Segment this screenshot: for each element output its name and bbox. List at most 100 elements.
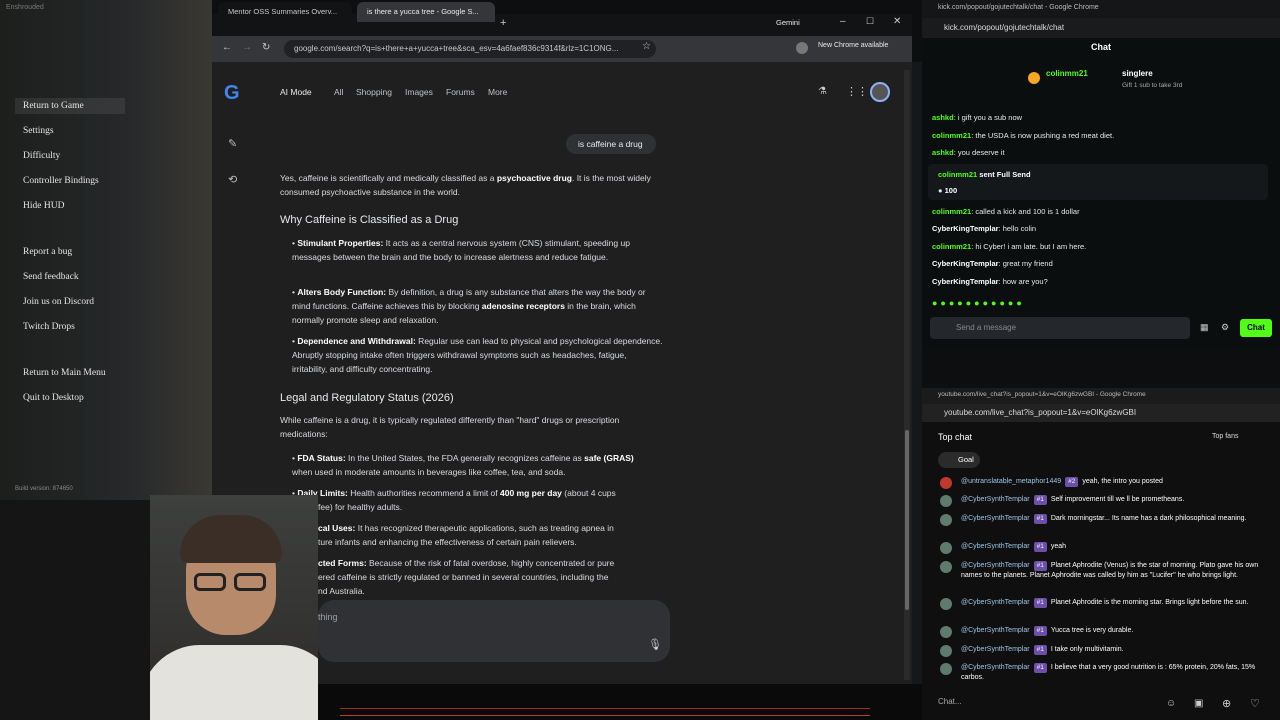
- webcam-glasses-left: [194, 573, 226, 591]
- maximize-icon[interactable]: ☐: [866, 16, 874, 27]
- kick-message: ashkd: i gift you a sub now: [932, 113, 1023, 122]
- avatar: [940, 542, 952, 554]
- yt-message: @CyberSynthTemplar #1 Yucca tree is very d…: [961, 626, 1134, 636]
- top-gifter-badge: [1028, 72, 1040, 84]
- yt-url[interactable]: youtube.com/live_chat?is_popout=1&v=eOlK…: [922, 404, 1280, 422]
- back-icon[interactable]: ←: [222, 42, 232, 53]
- yt-message: @CyberSynthTemplar #1 Dark morningstar... …: [961, 514, 1247, 524]
- kick-message: CyberKingTemplar: great my friend: [932, 259, 1053, 268]
- super-chat-icon[interactable]: ▣: [1194, 698, 1203, 709]
- legal-intro: While caffeine is a drug, it is typicall…: [280, 415, 620, 439]
- game-pause-menu: Enshrouded Return to Game Settings Diffi…: [0, 0, 212, 500]
- menu-difficulty[interactable]: Difficulty: [23, 151, 60, 161]
- bullet-medical-line2: ture infants and enhancing the effective…: [318, 537, 577, 547]
- new-tab-icon[interactable]: +: [500, 17, 506, 29]
- mic-icon[interactable]: 🎙: [648, 638, 662, 651]
- menu-main-menu[interactable]: Return to Main Menu: [23, 368, 106, 378]
- url-input[interactable]: google.com/search?q=is+there+a+yucca+tre…: [284, 40, 656, 58]
- close-icon[interactable]: ✕: [893, 16, 901, 27]
- yt-message: @CyberSynthTemplar #1 Planet Aphrodite (Ve…: [961, 561, 1259, 579]
- nav-images[interactable]: Images: [405, 87, 433, 97]
- avatar: [940, 645, 952, 657]
- forward-icon[interactable]: →: [242, 42, 252, 53]
- yt-chat-input[interactable]: Chat...: [938, 697, 1158, 706]
- top-gifter-2[interactable]: singlere: [1122, 69, 1153, 78]
- profile-avatar[interactable]: [796, 42, 808, 54]
- tab-mentor[interactable]: Mentor OSS Summaries Overv...: [218, 2, 352, 22]
- heart-icon[interactable]: ♡: [1250, 697, 1260, 710]
- gemini-button[interactable]: Gemini: [776, 18, 800, 27]
- google-account-avatar[interactable]: [870, 82, 890, 102]
- avatar: [940, 495, 952, 507]
- ask-input[interactable]: thing: [318, 600, 670, 662]
- yt-message: @untranslatable_metaphor1449 #2 yeah, the …: [961, 477, 1163, 487]
- kick-message-input[interactable]: Send a message: [930, 317, 1190, 339]
- yt-message: @CyberSynthTemplar #1 yeah: [961, 542, 1066, 552]
- avatar: [940, 561, 952, 573]
- nav-ai-mode[interactable]: AI Mode: [280, 87, 312, 97]
- nav-all[interactable]: All: [334, 87, 343, 97]
- page-scrollbar[interactable]: [904, 70, 910, 680]
- kick-chat-button[interactable]: Chat: [1240, 319, 1272, 337]
- game-window-title: Enshrouded: [6, 4, 44, 11]
- avatar: [940, 626, 952, 638]
- new-chat-icon[interactable]: ✎: [228, 137, 237, 150]
- gift-sub-prompt[interactable]: Gift 1 sub to take 3rd: [1122, 82, 1182, 89]
- avatar: [940, 477, 952, 489]
- bullet-restricted-line3: nd Australia.: [318, 586, 365, 596]
- kick-window-title: kick.com/popout/gojutechtalk/chat - Goog…: [922, 0, 1280, 18]
- bullet-stimulant: • Stimulant Properties: It acts as a cen…: [292, 238, 630, 262]
- minimize-icon[interactable]: –: [840, 16, 846, 27]
- webcam-overlay: [150, 495, 318, 720]
- reload-icon[interactable]: ↻: [262, 42, 270, 53]
- kick-url[interactable]: kick.com/popout/gojutechtalk/chat: [922, 18, 1280, 38]
- avatar: [940, 598, 952, 610]
- bullet-daily-limits-line2: fee) for healthy adults.: [318, 502, 403, 512]
- menu-return-to-game[interactable]: Return to Game: [23, 101, 84, 111]
- bullet-restricted-line2: ered caffeine is strictly regulated or b…: [318, 572, 609, 582]
- google-logo[interactable]: G: [224, 82, 240, 105]
- nav-forums[interactable]: Forums: [446, 87, 475, 97]
- goal-chip[interactable]: Goal: [938, 452, 980, 468]
- emoji-icon[interactable]: ☺: [1166, 698, 1176, 709]
- kick-chat-title: Chat: [1091, 42, 1111, 52]
- menu-discord[interactable]: Join us on Discord: [23, 297, 94, 307]
- bullet-daily-limits: • Daily Limits: Health authorities recom…: [292, 488, 616, 498]
- menu-report-bug[interactable]: Report a bug: [23, 247, 72, 257]
- settings-gear-icon[interactable]: ⚙: [1221, 322, 1229, 333]
- scrollbar-thumb[interactable]: [905, 430, 909, 610]
- top-gifter-1[interactable]: colinmm21: [1046, 69, 1088, 78]
- history-icon[interactable]: ⟲: [228, 173, 237, 186]
- webcam-glasses-right: [234, 573, 266, 591]
- top-chat-dropdown[interactable]: Top chat: [938, 432, 972, 442]
- add-icon[interactable]: ⊕: [1222, 697, 1231, 710]
- menu-twitch-drops[interactable]: Twitch Drops: [23, 322, 75, 332]
- nav-more[interactable]: More: [488, 87, 507, 97]
- menu-quit[interactable]: Quit to Desktop: [23, 393, 84, 403]
- bookmark-star-icon[interactable]: ☆: [642, 41, 651, 52]
- menu-hide-hud[interactable]: Hide HUD: [23, 201, 64, 211]
- bullet-medical: cal Uses: It has recognized therapeutic …: [318, 523, 614, 533]
- red-scribble: [340, 708, 870, 716]
- kick-message: ashkd: you deserve it: [932, 148, 1005, 157]
- gift-icon[interactable]: ▦: [1200, 322, 1209, 333]
- ask-input-text: thing: [318, 612, 338, 622]
- yt-message: @CyberSynthTemplar #1 I believe that a ver…: [961, 663, 1256, 681]
- menu-settings[interactable]: Settings: [23, 126, 54, 136]
- webcam-shirt: [150, 645, 318, 720]
- new-chrome-available[interactable]: New Chrome available: [818, 42, 888, 49]
- tab-google-search[interactable]: is there a yucca tree - Google S...: [357, 2, 495, 22]
- apps-grid-icon[interactable]: ⋮⋮: [846, 85, 868, 98]
- user-query-bubble: is caffeine a drug: [566, 134, 656, 154]
- menu-send-feedback[interactable]: Send feedback: [23, 272, 79, 282]
- yt-window-title: youtube.com/live_chat?is_popout=1&v=eOlK…: [922, 388, 1280, 404]
- avatar: [940, 514, 952, 526]
- menu-controller-bindings[interactable]: Controller Bindings: [23, 176, 99, 186]
- kick-message: CyberKingTemplar: hello colin: [932, 224, 1037, 233]
- top-fans-button[interactable]: Top fans: [1212, 433, 1238, 440]
- labs-flask-icon[interactable]: ⚗: [818, 86, 827, 97]
- nav-shopping[interactable]: Shopping: [356, 87, 392, 97]
- yt-message: @CyberSynthTemplar #1 Self improvement til…: [961, 495, 1185, 505]
- kick-message: colinmm21: called a kick and 100 is 1 do…: [932, 207, 1080, 216]
- emote-bar[interactable]: ●●●●●●●●●●●: [932, 298, 1025, 308]
